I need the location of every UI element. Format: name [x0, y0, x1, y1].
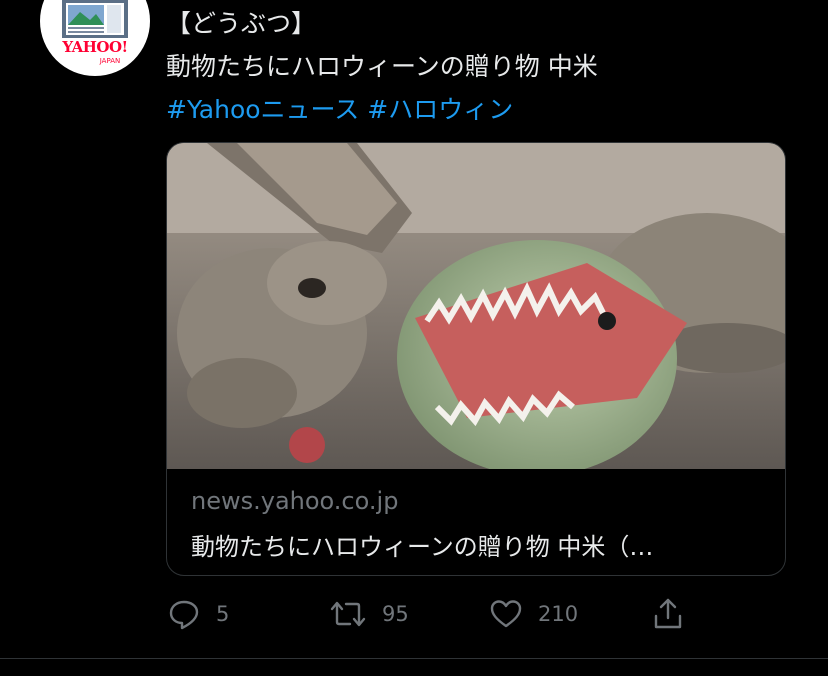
divider: [0, 658, 828, 659]
yahoo-logo-sub: JAPAN: [99, 57, 121, 65]
tweet-text: 【どうぶつ】 動物たちにハロウィーンの贈り物 中米 #Yahooニュース #ハロ…: [166, 2, 598, 131]
reply-icon: [169, 600, 199, 630]
tweet-line-headline: 動物たちにハロウィーンの贈り物 中米: [166, 52, 598, 81]
like-count: 210: [538, 602, 579, 626]
yahoo-logo: YAHOO!: [62, 38, 128, 56]
avatar[interactable]: YAHOO! JAPAN: [40, 0, 150, 76]
retweet-button[interactable]: 95: [328, 594, 409, 634]
reply-count: 5: [216, 602, 230, 626]
hashtag-link[interactable]: #Yahooニュース: [166, 95, 359, 124]
share-button[interactable]: [650, 594, 686, 634]
tweet-line-category: 【どうぶつ】: [166, 9, 317, 38]
heart-icon: [490, 600, 522, 628]
hashtag-link[interactable]: #ハロウィン: [367, 95, 513, 124]
share-icon: [654, 598, 682, 629]
reply-button[interactable]: 5: [166, 594, 229, 634]
card-image: [167, 143, 785, 469]
tweet-hashtags: #Yahooニュース #ハロウィン: [166, 88, 598, 131]
card-title: 動物たちにハロウィーンの贈り物 中米（…: [191, 533, 654, 561]
retweet-icon: [330, 601, 366, 627]
like-button[interactable]: 210: [488, 594, 578, 634]
newspaper-icon: [62, 0, 128, 38]
link-card[interactable]: news.yahoo.co.jp 動物たちにハロウィーンの贈り物 中米（…: [166, 142, 786, 576]
card-domain: news.yahoo.co.jp: [191, 487, 399, 515]
tweet-actions: 5 95 210: [166, 594, 726, 634]
retweet-count: 95: [382, 602, 409, 626]
